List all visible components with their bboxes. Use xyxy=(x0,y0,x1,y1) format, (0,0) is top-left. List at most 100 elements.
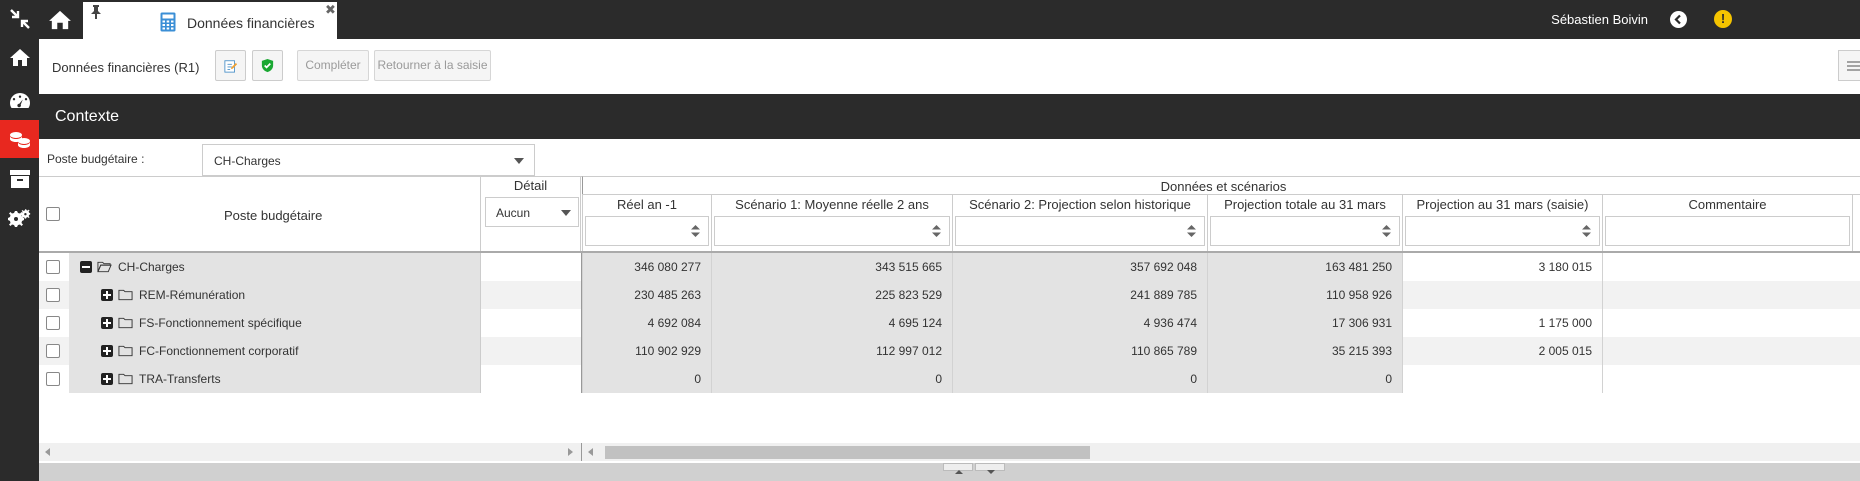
pin-icon[interactable] xyxy=(90,5,102,19)
detail-cell xyxy=(480,253,582,281)
user-name[interactable]: Sébastien Boivin xyxy=(1551,12,1648,27)
return-to-entry-button[interactable]: Retourner à la saisie xyxy=(374,50,491,81)
scroll-right-icon[interactable] xyxy=(568,448,573,456)
poste-budgetaire-select[interactable]: CH-Charges xyxy=(202,144,535,176)
column-filter-input[interactable] xyxy=(1605,216,1850,246)
splitter-up-button[interactable] xyxy=(943,463,973,474)
left-horizontal-scrollbar[interactable] xyxy=(39,443,582,461)
cell-reel: 346 080 277 xyxy=(582,253,711,281)
cell-reel: 4 692 084 xyxy=(582,309,711,337)
column-header-projection-saisie[interactable]: Projection au 31 mars (saisie) xyxy=(1402,194,1602,251)
cell-scenario-1: 0 xyxy=(711,365,952,393)
column-filter-input[interactable] xyxy=(714,216,950,246)
table-row[interactable]: FC-Fonctionnement corporatif 110 902 929… xyxy=(39,337,1860,365)
filter-label: Poste budgétaire : xyxy=(47,152,145,166)
cell-projection-totale: 17 306 931 xyxy=(1207,309,1402,337)
row-label: TRA-Transferts xyxy=(139,372,221,386)
spinner-icon[interactable] xyxy=(932,224,941,238)
column-label: Réel an -1 xyxy=(617,197,677,212)
row-checkbox[interactable] xyxy=(46,316,60,330)
document-title: Données financières (R1) xyxy=(52,60,200,75)
scroll-left-icon[interactable] xyxy=(588,448,593,456)
cell-projection-saisie[interactable]: 2 005 015 xyxy=(1402,337,1602,365)
detail-cell xyxy=(480,365,582,393)
column-filter-input[interactable] xyxy=(1405,216,1600,246)
budget-icon[interactable] xyxy=(0,120,39,158)
cell-commentaire[interactable] xyxy=(1602,337,1852,365)
column-header-reel[interactable]: Réel an -1 xyxy=(582,194,711,251)
cell-commentaire[interactable] xyxy=(1602,365,1852,393)
collapse-minus-icon[interactable] xyxy=(80,261,92,273)
table-row[interactable]: TRA-Transferts 0 0 0 0 xyxy=(39,365,1860,393)
left-nav xyxy=(0,0,39,481)
column-header-projection-totale[interactable]: Projection totale au 31 mars xyxy=(1207,194,1402,251)
row-checkbox[interactable] xyxy=(46,372,60,386)
complete-button[interactable]: Compléter xyxy=(297,50,369,81)
top-bar: Données financières ✖ Sébastien Boivin ! xyxy=(39,0,1860,39)
spinner-icon[interactable] xyxy=(1382,224,1391,238)
nav-home-icon[interactable] xyxy=(0,39,39,77)
column-header-scenario-2[interactable]: Scénario 2: Projection selon historique xyxy=(952,194,1207,251)
right-horizontal-scrollbar[interactable] xyxy=(582,443,1860,461)
cell-projection-saisie[interactable] xyxy=(1402,281,1602,309)
expand-plus-icon[interactable] xyxy=(101,373,113,385)
table-row[interactable]: CH-Charges 346 080 277 343 515 665 357 6… xyxy=(39,253,1860,281)
panel-splitter[interactable] xyxy=(39,463,1860,481)
tree-cell: TRA-Transferts xyxy=(69,365,480,393)
column-filter-input[interactable] xyxy=(585,216,709,246)
cell-commentaire[interactable] xyxy=(1602,253,1852,281)
detail-select[interactable]: Aucun xyxy=(485,197,579,227)
tree-cell: FC-Fonctionnement corporatif xyxy=(69,337,480,365)
archive-icon[interactable] xyxy=(0,160,39,198)
spinner-icon[interactable] xyxy=(1582,224,1591,238)
edit-icon xyxy=(223,59,237,73)
validate-button[interactable] xyxy=(252,50,283,81)
column-label: Scénario 1: Moyenne réelle 2 ans xyxy=(735,197,929,212)
row-label: REM-Rémunération xyxy=(139,288,246,302)
spinner-icon[interactable] xyxy=(1187,224,1196,238)
back-icon[interactable] xyxy=(1670,11,1687,28)
column-label: Commentaire xyxy=(1688,197,1767,212)
dashboard-icon[interactable] xyxy=(0,82,39,120)
collapse-icon[interactable] xyxy=(0,0,39,38)
tree-cell: CH-Charges xyxy=(69,253,480,281)
column-header-commentaire[interactable]: Commentaire xyxy=(1602,194,1852,251)
table-row[interactable]: REM-Rémunération 230 485 263 225 823 529… xyxy=(39,281,1860,309)
scrollbar-thumb[interactable] xyxy=(605,446,1090,459)
column-filter-input[interactable] xyxy=(955,216,1205,246)
home-icon[interactable] xyxy=(39,0,80,39)
tab-donnees-financieres[interactable]: Données financières ✖ xyxy=(83,2,337,39)
select-all-checkbox[interactable] xyxy=(46,207,60,221)
expand-plus-icon[interactable] xyxy=(101,317,113,329)
menu-button[interactable] xyxy=(1838,50,1860,81)
expand-plus-icon[interactable] xyxy=(101,289,113,301)
close-icon[interactable]: ✖ xyxy=(325,3,336,16)
folder-icon xyxy=(118,373,133,385)
row-checkbox[interactable] xyxy=(46,344,60,358)
edit-button[interactable] xyxy=(215,50,246,81)
context-section-header[interactable]: Contexte xyxy=(39,94,1860,139)
splitter-down-button[interactable] xyxy=(975,463,1005,474)
row-checkbox[interactable] xyxy=(46,260,60,274)
scroll-left-icon[interactable] xyxy=(45,448,50,456)
settings-icon[interactable] xyxy=(0,200,39,238)
column-header-scenario-1[interactable]: Scénario 1: Moyenne réelle 2 ans xyxy=(711,194,952,251)
column-filter-input[interactable] xyxy=(1210,216,1400,246)
folder-icon xyxy=(118,289,133,301)
poste-column-header[interactable]: Poste budgétaire xyxy=(224,208,322,223)
cell-projection-saisie[interactable] xyxy=(1402,365,1602,393)
cell-commentaire[interactable] xyxy=(1602,309,1852,337)
table-row[interactable]: FS-Fonctionnement spécifique 4 692 084 4… xyxy=(39,309,1860,337)
detail-selected-value: Aucun xyxy=(496,206,531,220)
cell-scenario-1: 112 997 012 xyxy=(711,337,952,365)
cell-commentaire[interactable] xyxy=(1602,281,1852,309)
cell-reel: 110 902 929 xyxy=(582,337,711,365)
cell-projection-totale: 110 958 926 xyxy=(1207,281,1402,309)
warning-icon[interactable]: ! xyxy=(1714,10,1732,28)
spinner-icon[interactable] xyxy=(691,224,700,238)
group-header: Données et scénarios xyxy=(582,176,1860,194)
row-checkbox[interactable] xyxy=(46,288,60,302)
cell-projection-saisie[interactable]: 1 175 000 xyxy=(1402,309,1602,337)
expand-plus-icon[interactable] xyxy=(101,345,113,357)
cell-projection-saisie[interactable]: 3 180 015 xyxy=(1402,253,1602,281)
